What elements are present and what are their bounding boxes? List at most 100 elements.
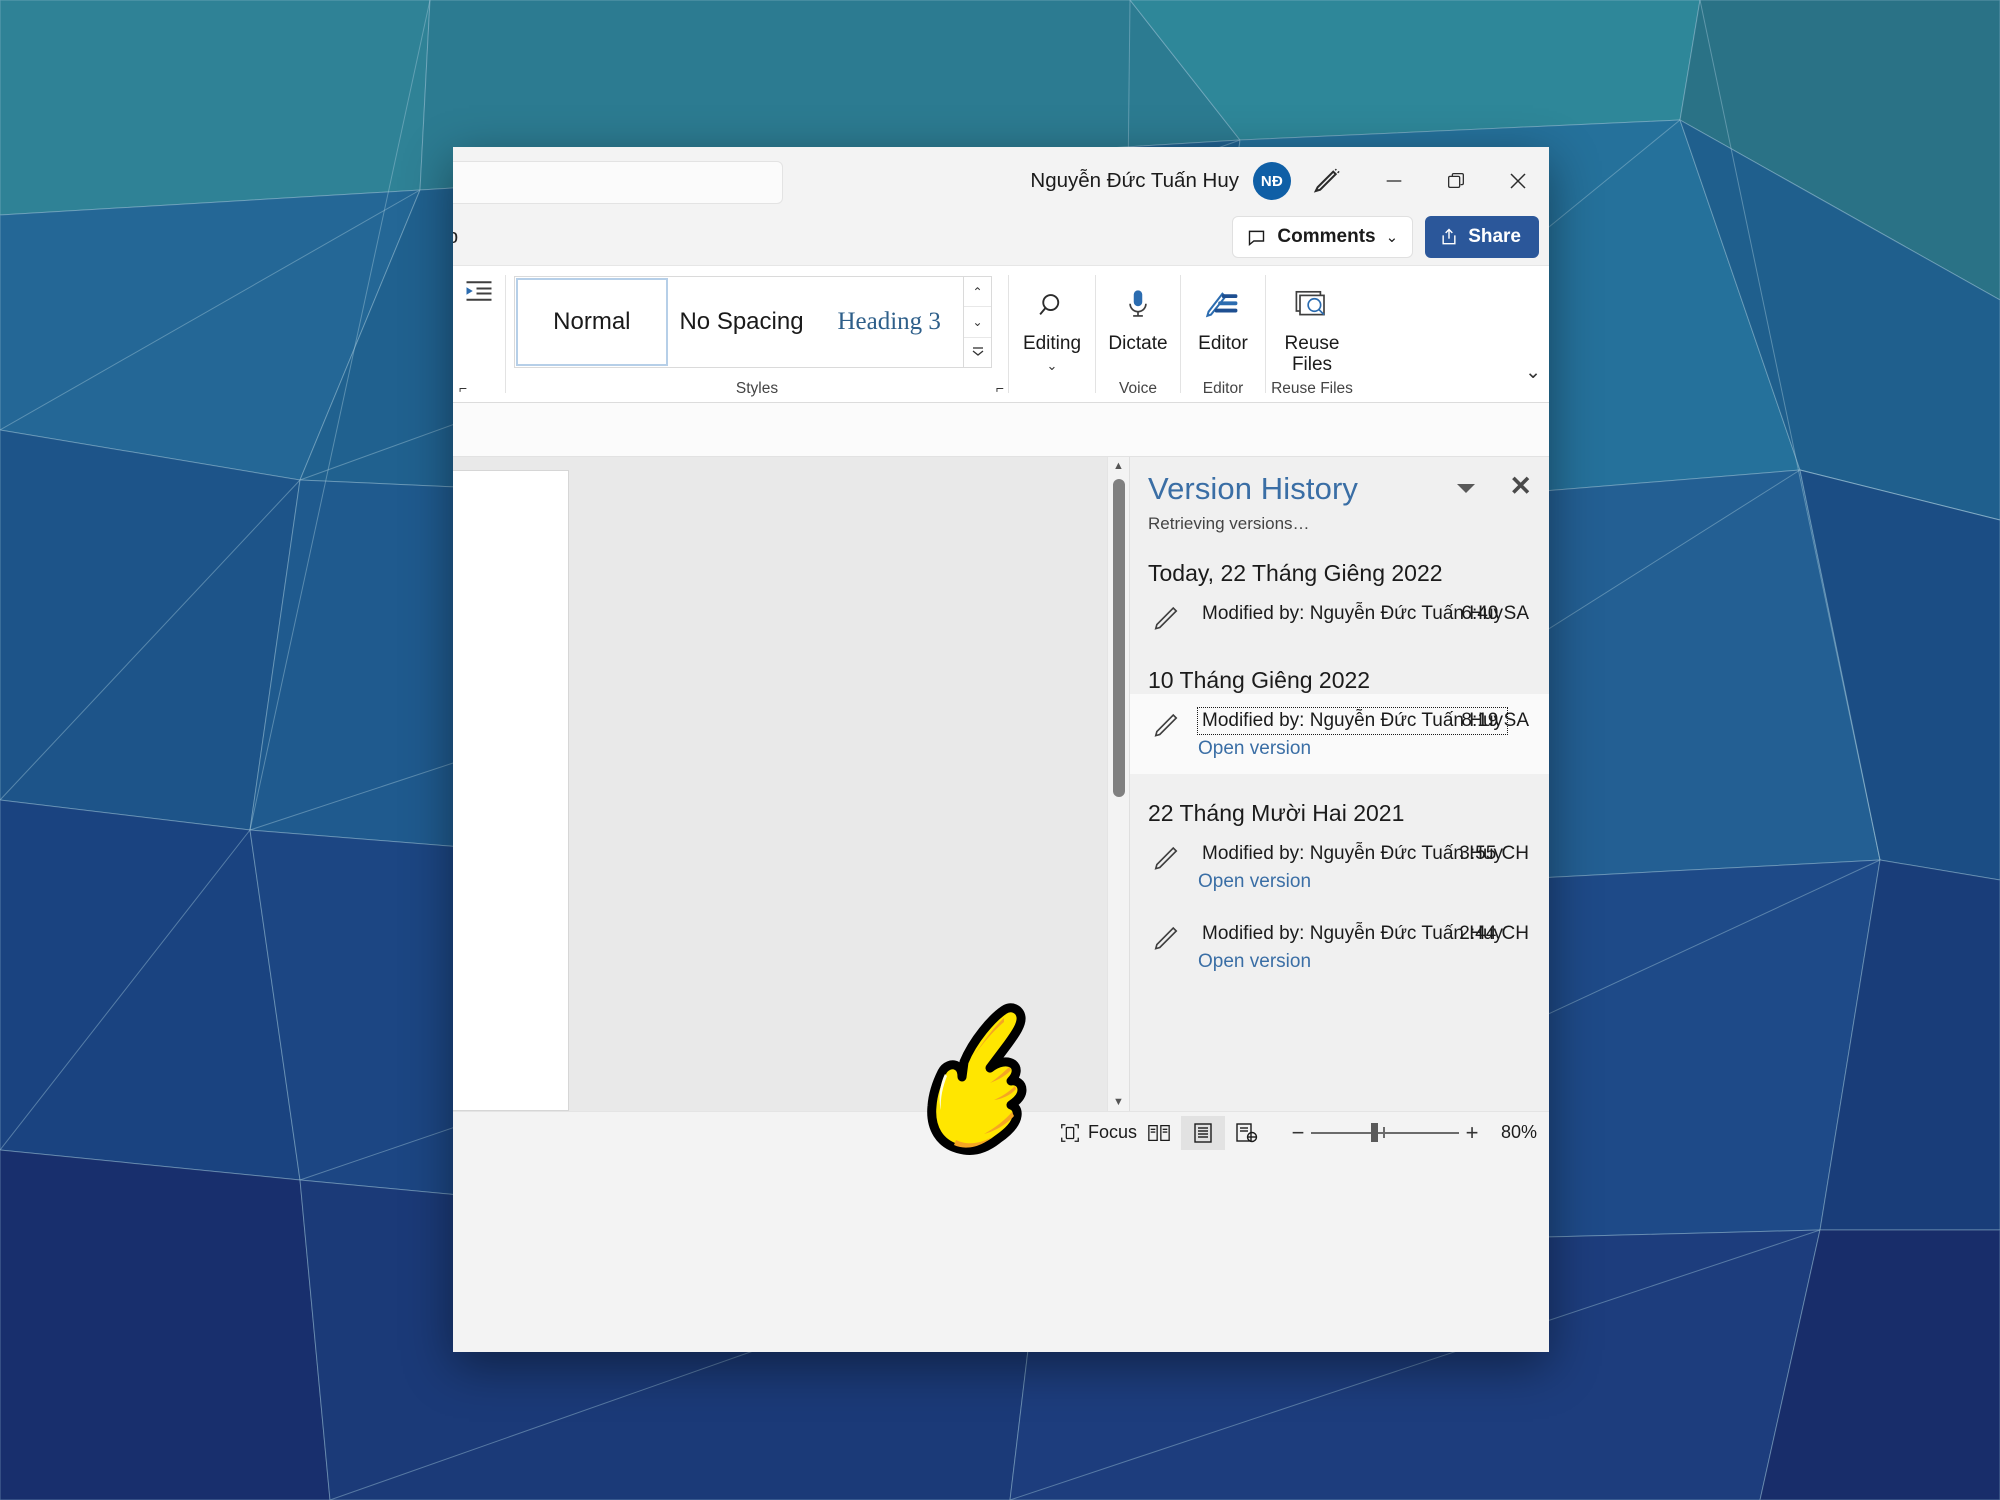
comments-label: Comments	[1277, 226, 1376, 247]
style-normal-label: Normal	[553, 308, 631, 335]
paragraph-dialog-launcher[interactable]: ⌐	[459, 380, 467, 396]
account-name: Nguyễn Đức Tuấn Huy	[1030, 169, 1239, 192]
status-bar: Focus − + 80%	[453, 1111, 1549, 1153]
avatar[interactable]: NĐ	[1253, 162, 1291, 200]
web-layout-icon	[1236, 1122, 1258, 1142]
work-area: ▲ ▼ Version History Retrieving versions……	[453, 457, 1549, 1111]
reuse-files-icon	[1294, 280, 1330, 330]
zoom-slider-thumb[interactable]	[1371, 1123, 1378, 1142]
styles-gallery[interactable]: Normal No Spacing Heading 3 ⌃ ⌄	[514, 276, 992, 368]
version-entry[interactable]: Modified by: Nguyễn Đức Tuấn Huy 6:40 SA	[1130, 587, 1549, 641]
version-entry[interactable]: Modified by: Nguyễn Đức Tuấn Huy 2:44 CH…	[1130, 907, 1549, 987]
close-icon[interactable]	[1487, 150, 1549, 212]
zoom-level-label: 80%	[1500, 1122, 1537, 1142]
open-version-link[interactable]: Open version	[1198, 734, 1549, 760]
web-layout-button[interactable]	[1225, 1116, 1269, 1150]
focus-mode-icon	[1061, 1123, 1079, 1142]
version-entry-selected[interactable]: Modified by: Nguyễn Đức Tuấn Huy 8:19 SA…	[1130, 694, 1549, 774]
restore-icon[interactable]	[1425, 150, 1487, 212]
chevron-down-icon: ⌄	[1046, 357, 1058, 373]
version-entry-time: 3:55 CH	[1459, 843, 1529, 864]
share-button[interactable]: Share	[1425, 216, 1539, 258]
open-version-link[interactable]: Open version	[1198, 867, 1549, 893]
open-version-link[interactable]: Open version	[1198, 947, 1549, 973]
read-mode-icon	[1148, 1124, 1170, 1141]
paragraph-group: ⌐	[453, 266, 505, 402]
style-heading-3[interactable]: Heading 3	[815, 277, 964, 367]
comment-bubble-icon	[1249, 230, 1265, 246]
version-entry-time: 6:40 SA	[1461, 603, 1529, 624]
ribbon-collapse-icon[interactable]: ⌄	[1525, 361, 1541, 384]
editing-button[interactable]: Editing ⌄	[1009, 266, 1095, 402]
version-entry-time: 8:19 SA	[1461, 710, 1529, 731]
editor-button[interactable]: Editor Editor	[1181, 266, 1265, 402]
tab-help[interactable]: p	[453, 226, 458, 249]
dropdown-triangle-icon[interactable]	[1457, 484, 1475, 493]
ribbon-subbar: ⌄	[453, 403, 1549, 457]
pencil-icon	[1152, 843, 1182, 873]
version-history-header: Version History Retrieving versions… ✕	[1130, 457, 1549, 534]
reuse-files-button[interactable]: Reuse Files Reuse Files	[1266, 266, 1358, 402]
microphone-icon	[1123, 280, 1153, 330]
version-group-date: 10 Tháng Giêng 2022	[1148, 667, 1371, 693]
version-entry-time: 2:44 CH	[1459, 923, 1529, 944]
styles-scroll-down-icon[interactable]: ⌄	[964, 307, 991, 338]
read-mode-button[interactable]	[1137, 1116, 1181, 1150]
scroll-down-icon[interactable]: ▼	[1113, 1093, 1124, 1111]
search-input[interactable]	[453, 161, 783, 204]
version-history-pane: Version History Retrieving versions… ✕ T…	[1129, 457, 1549, 1111]
scroll-up-icon[interactable]: ▲	[1113, 457, 1124, 475]
scrollbar-thumb[interactable]	[1113, 479, 1125, 797]
search-icon	[1037, 280, 1067, 330]
dictate-label: Dictate	[1108, 333, 1168, 354]
style-items: Normal No Spacing Heading 3	[515, 277, 964, 367]
pencil-icon	[1152, 923, 1182, 953]
styles-group: Normal No Spacing Heading 3 ⌃ ⌄ Styles ⌐	[506, 266, 1008, 402]
print-layout-button[interactable]	[1181, 1115, 1225, 1150]
style-heading-3-label: Heading 3	[837, 308, 941, 335]
editor-group-label: Editor	[1202, 380, 1244, 397]
styles-scroll: ⌃ ⌄	[963, 277, 991, 367]
styles-dialog-launcher[interactable]: ⌐	[996, 380, 1004, 396]
word-window: Nguyễn Đức Tuấn Huy NĐ Comments ⌄ Share …	[453, 147, 1549, 1352]
voice-group-label: Voice	[1119, 380, 1157, 397]
styles-scroll-up-icon[interactable]: ⌃	[964, 277, 991, 308]
version-history-title: Version History	[1148, 471, 1358, 506]
close-icon[interactable]: ✕	[1509, 473, 1532, 500]
dictate-button[interactable]: Dictate Voice	[1096, 266, 1180, 402]
pen-ink-icon[interactable]	[1291, 150, 1363, 212]
version-entry[interactable]: Modified by: Nguyễn Đức Tuấn Huy 3:55 CH…	[1130, 827, 1549, 907]
share-label: Share	[1468, 226, 1521, 247]
version-history-status: Retrieving versions…	[1148, 514, 1310, 533]
version-group-date: Today, 22 Tháng Giêng 2022	[1148, 560, 1443, 586]
pencil-icon	[1152, 603, 1182, 633]
zoom-slider-track	[1311, 1131, 1459, 1134]
focus-button[interactable]: Focus	[1059, 1122, 1137, 1144]
version-group-date: 22 Tháng Mười Hai 2021	[1148, 800, 1405, 826]
zoom-in-button[interactable]: +	[1459, 1120, 1485, 1146]
reuse-files-label: Reuse Files	[1284, 333, 1340, 375]
editor-label: Editor	[1198, 333, 1248, 354]
reuse-files-group-label: Reuse Files	[1271, 380, 1353, 397]
pencil-icon	[1152, 710, 1182, 740]
scrollbar-track[interactable]	[1108, 475, 1129, 1093]
zoom-slider-midpoint	[1383, 1127, 1385, 1138]
ribbon-tab-bar: p Comments ⌄ Share	[453, 215, 1549, 265]
increase-indent-icon[interactable]	[464, 278, 494, 304]
vertical-scrollbar[interactable]: ▲ ▼	[1107, 457, 1129, 1111]
styles-group-label: Styles	[735, 380, 779, 397]
print-layout-icon	[1194, 1122, 1212, 1143]
zoom-slider[interactable]	[1311, 1123, 1459, 1143]
styles-more-icon[interactable]	[964, 338, 991, 367]
zoom-control[interactable]: − + 80%	[1285, 1120, 1537, 1146]
document-canvas[interactable]	[453, 457, 1107, 1111]
style-no-spacing[interactable]: No Spacing	[667, 277, 816, 367]
title-bar: Nguyễn Đức Tuấn Huy NĐ	[453, 147, 1549, 215]
zoom-out-button[interactable]: −	[1285, 1120, 1311, 1146]
style-no-spacing-label: No Spacing	[679, 308, 804, 335]
document-page[interactable]	[453, 470, 569, 1111]
style-normal[interactable]: Normal	[516, 278, 668, 366]
share-icon	[1442, 228, 1456, 245]
minimize-icon[interactable]	[1363, 150, 1425, 212]
comments-button[interactable]: Comments ⌄	[1232, 216, 1414, 258]
